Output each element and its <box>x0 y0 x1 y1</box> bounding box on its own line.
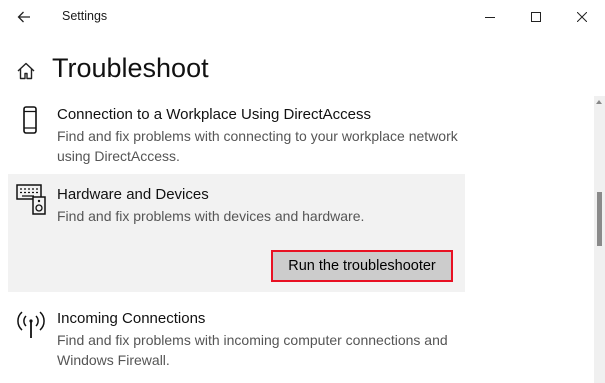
item-title: Incoming Connections <box>57 310 206 327</box>
troubleshooter-list: Connection to a Workplace Using DirectAc… <box>0 96 594 383</box>
list-item-incoming-connections[interactable]: Incoming Connections Find and fix proble… <box>8 300 465 378</box>
home-icon <box>17 62 35 80</box>
phone-device-icon <box>23 106 37 134</box>
maximize-icon <box>531 12 541 22</box>
icon-wrapper <box>15 181 49 220</box>
title-bar: Settings <box>0 0 605 34</box>
antenna-icon <box>17 311 45 338</box>
item-title: Connection to a Workplace Using DirectAc… <box>57 106 372 123</box>
arrow-left-icon <box>17 11 30 23</box>
back-button[interactable] <box>10 4 38 30</box>
scroll-up-arrow-icon[interactable] <box>596 100 602 104</box>
maximize-button[interactable] <box>513 0 559 34</box>
icon-wrapper <box>16 104 44 141</box>
window-title: Settings <box>62 9 108 23</box>
close-button[interactable] <box>559 0 605 34</box>
item-description: Find and fix problems with devices and h… <box>57 208 365 224</box>
scroll-thumb[interactable] <box>597 192 602 246</box>
keyboard-speaker-icon <box>16 184 46 215</box>
home-button[interactable] <box>16 61 36 86</box>
run-troubleshooter-button[interactable]: Run the troubleshooter <box>271 250 453 282</box>
item-description: Find and fix problems with connecting to… <box>57 128 458 164</box>
item-description: Find and fix problems with incoming comp… <box>57 332 448 368</box>
icon-wrapper <box>16 308 46 345</box>
close-icon <box>577 12 587 22</box>
minimize-icon <box>485 17 495 18</box>
item-title: Hardware and Devices <box>57 186 209 203</box>
list-item-directaccess[interactable]: Connection to a Workplace Using DirectAc… <box>8 96 465 168</box>
page-title: Troubleshoot <box>52 53 209 83</box>
list-item-hardware-devices[interactable]: Hardware and Devices Find and fix proble… <box>8 174 465 292</box>
vertical-scrollbar[interactable] <box>594 96 605 383</box>
minimize-button[interactable] <box>467 0 513 34</box>
page-header: Troubleshoot <box>0 50 590 94</box>
